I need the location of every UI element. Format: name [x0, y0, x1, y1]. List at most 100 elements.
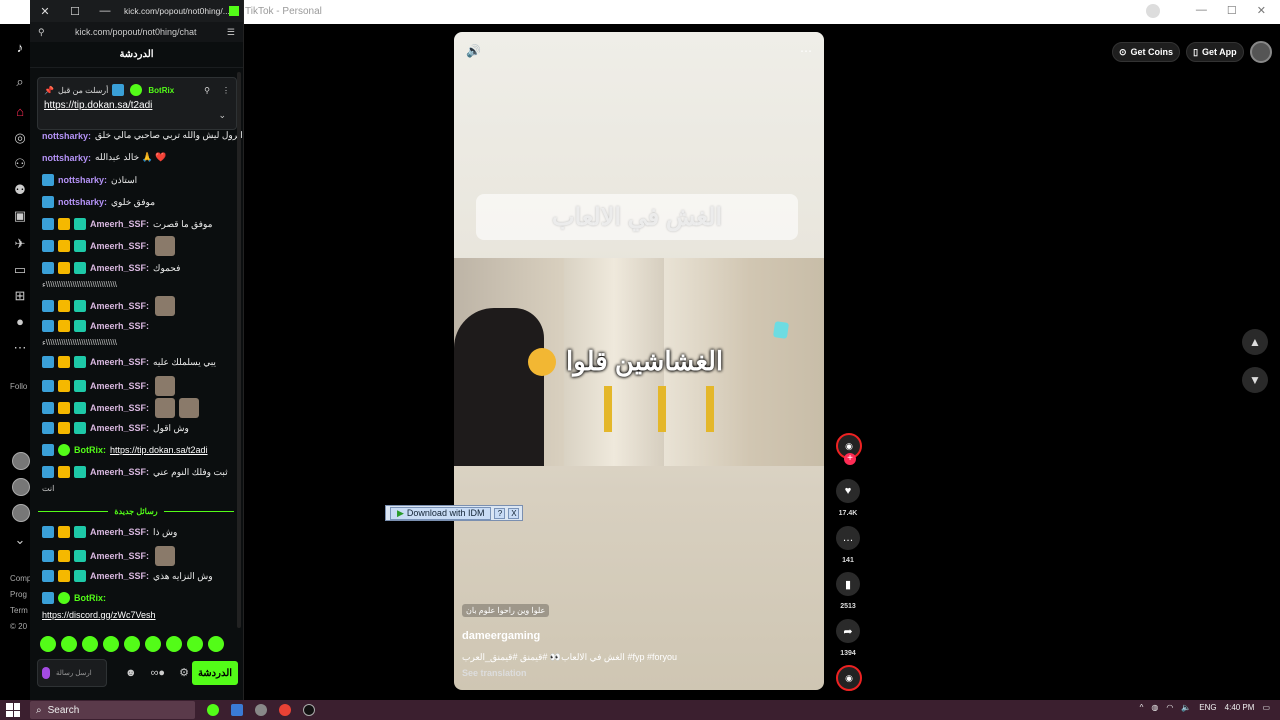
more-icon[interactable]: ⋯ [800, 44, 812, 58]
windows-start-icon[interactable] [6, 703, 20, 717]
messages-icon[interactable]: ✈ [12, 236, 28, 252]
heart-icon[interactable]: ♥ [836, 479, 860, 503]
profile-icon[interactable] [1146, 4, 1160, 18]
idm-close-button[interactable]: X [508, 507, 520, 519]
tab-title[interactable]: TikTok - Personal [245, 6, 322, 17]
pin-icon[interactable]: ⚲ [204, 86, 210, 95]
tray-chevron-icon[interactable]: ^ [1140, 703, 1144, 712]
profile-icon[interactable]: ● [12, 314, 28, 330]
chat-message[interactable]: Ameerh_SSF: وش النزايه هذي [42, 570, 213, 582]
pinned-username[interactable]: BotRix [148, 86, 174, 95]
previous-video-button[interactable]: ▲ [1242, 329, 1268, 355]
chat-message[interactable]: nottsharky: استاذن [42, 174, 137, 186]
chat-message[interactable]: Ameerh_SSF: وش ذا [42, 526, 177, 538]
save-action[interactable]: ▮ 2513 [836, 572, 860, 610]
minimize-icon[interactable]: — [90, 5, 120, 17]
chat-username[interactable]: Ameerh_SSF: [90, 403, 149, 413]
chat-username[interactable]: nottsharky: [58, 175, 107, 185]
live-icon[interactable]: ▣ [12, 208, 28, 224]
emote-button[interactable] [208, 636, 224, 652]
footer-link[interactable]: Term [10, 606, 28, 615]
chat-username[interactable]: Ameerh_SSF: [90, 301, 149, 311]
chat-username[interactable]: nottsharky: [42, 153, 91, 163]
chat-message[interactable]: nottsharky: موفق خلوي [42, 196, 155, 208]
chat-username[interactable]: Ameerh_SSF: [90, 381, 149, 391]
chat-message[interactable]: BotRix: https://tip.dokan.sa/t2adi [42, 444, 208, 456]
chat-username[interactable]: Ameerh_SSF: [90, 423, 149, 433]
chat-username[interactable]: Ameerh_SSF: [90, 321, 149, 331]
chat-username[interactable]: Ameerh_SSF: [90, 219, 149, 229]
chat-message[interactable]: nottsharky: خالد عبدالله 🙏 ❤️ [42, 152, 167, 163]
chat-message[interactable]: BotRix: [42, 592, 108, 604]
chat-message[interactable]: Ameerh_SSF: وش اقول [42, 422, 189, 434]
chat-message[interactable]: Ameerh_SSF: ثبت وفلك النوم عني [42, 466, 228, 478]
chat-message[interactable]: Ameerh_SSF: فحموك [42, 262, 180, 274]
close-icon[interactable]: ✕ [30, 5, 60, 18]
chat-link[interactable]: https://discord.gg/zWc7Vesh [42, 610, 156, 620]
like-action[interactable]: ♥ 17.4K [836, 479, 860, 517]
share-action[interactable]: ➦ 1394 [836, 619, 860, 657]
avatar[interactable] [1249, 41, 1272, 63]
tray-app-icon[interactable]: ◍ [1151, 703, 1158, 712]
chat-username[interactable]: Ameerh_SSF: [90, 241, 149, 251]
see-translation-link[interactable]: See translation [462, 668, 527, 678]
chat-message[interactable]: Ameerh_SSF: [42, 320, 151, 332]
clock[interactable]: 4:40 PM [1225, 703, 1255, 712]
follow-plus-icon[interactable]: + [844, 453, 856, 465]
bookmark-icon[interactable]: ▮ [836, 572, 860, 596]
notification-icon[interactable]: ▭ [1262, 703, 1270, 712]
settings-icon[interactable]: ⚙ [179, 666, 189, 679]
friends-icon[interactable]: ⚉ [12, 182, 28, 198]
emote-button[interactable] [166, 636, 182, 652]
chat-message[interactable]: nottsharky: اترول ليش والله تربي صاحبي م… [42, 130, 243, 141]
get-coins-button[interactable]: ⊙ Get Coins [1112, 42, 1181, 62]
chat-input[interactable]: ارسل رسالة [37, 659, 107, 687]
more-icon[interactable]: ⋯ [12, 340, 28, 356]
emote-picker-icon[interactable]: ∞● [151, 667, 166, 679]
chat-username[interactable]: Ameerh_SSF: [90, 357, 149, 367]
chat-message[interactable]: Ameerh_SSF: [42, 546, 176, 566]
language-indicator[interactable]: ENG [1199, 703, 1216, 712]
home-icon[interactable]: ⌂ [12, 104, 28, 120]
chat-username[interactable]: Ameerh_SSF: [90, 527, 149, 537]
share-icon[interactable]: ➦ [836, 619, 860, 643]
search-icon[interactable]: ⌕ [12, 74, 28, 90]
network-icon[interactable]: ◠ [1166, 703, 1173, 712]
chat-username[interactable]: Ameerh_SSF: [90, 263, 149, 273]
chat-link[interactable]: https://tip.dokan.sa/t2adi [110, 445, 208, 455]
site-info-icon[interactable]: ⚲ [38, 27, 45, 38]
following-icon[interactable]: ⚇ [12, 156, 28, 172]
comment-action[interactable]: … 141 [836, 526, 860, 564]
comment-icon[interactable]: … [836, 526, 860, 550]
chat-username[interactable]: nottsharky: [42, 131, 91, 141]
explore-icon[interactable]: ◎ [12, 130, 28, 146]
kick-app-icon[interactable] [207, 704, 219, 716]
chrome-icon[interactable] [279, 704, 291, 716]
popout-url[interactable]: kick.com/popout/not0hing/chat [45, 27, 227, 37]
emote-button[interactable] [124, 636, 140, 652]
taskbar-search[interactable]: ⌕ Search [30, 701, 195, 719]
chat-username[interactable]: BotRix: [74, 445, 106, 455]
tiktok-logo-icon[interactable]: ♪ [12, 40, 28, 56]
emoji-icon[interactable]: ☻ [125, 667, 137, 679]
followed-account-avatar[interactable] [12, 504, 30, 522]
chat-username[interactable]: Ameerh_SSF: [90, 551, 149, 561]
followed-account-avatar[interactable] [12, 478, 30, 496]
chat-scrollbar[interactable] [237, 72, 241, 628]
creator-name[interactable]: dameergaming [462, 630, 540, 642]
emote-button[interactable] [82, 636, 98, 652]
volume-icon[interactable]: 🔊 [466, 44, 481, 58]
minimize-icon[interactable]: — [1196, 4, 1207, 17]
file-explorer-icon[interactable] [231, 704, 243, 716]
maximize-icon[interactable]: ☐ [60, 5, 90, 18]
chevron-down-icon[interactable]: ⌄ [218, 110, 226, 121]
chat-username[interactable]: Ameerh_SSF: [90, 571, 149, 581]
emote-button[interactable] [187, 636, 203, 652]
chat-message[interactable]: Ameerh_SSF: [42, 236, 176, 256]
idm-help-button[interactable]: ? [494, 507, 506, 519]
footer-link[interactable]: Comp [10, 574, 31, 583]
pinned-message[interactable]: 📌 أرسلت من قبل BotRix ⚲ ⋮ https://tip.do… [37, 77, 237, 130]
upload-icon[interactable]: ⊞ [12, 288, 28, 304]
activity-icon[interactable]: ▭ [12, 262, 28, 278]
chat-username[interactable]: nottsharky: [58, 197, 107, 207]
